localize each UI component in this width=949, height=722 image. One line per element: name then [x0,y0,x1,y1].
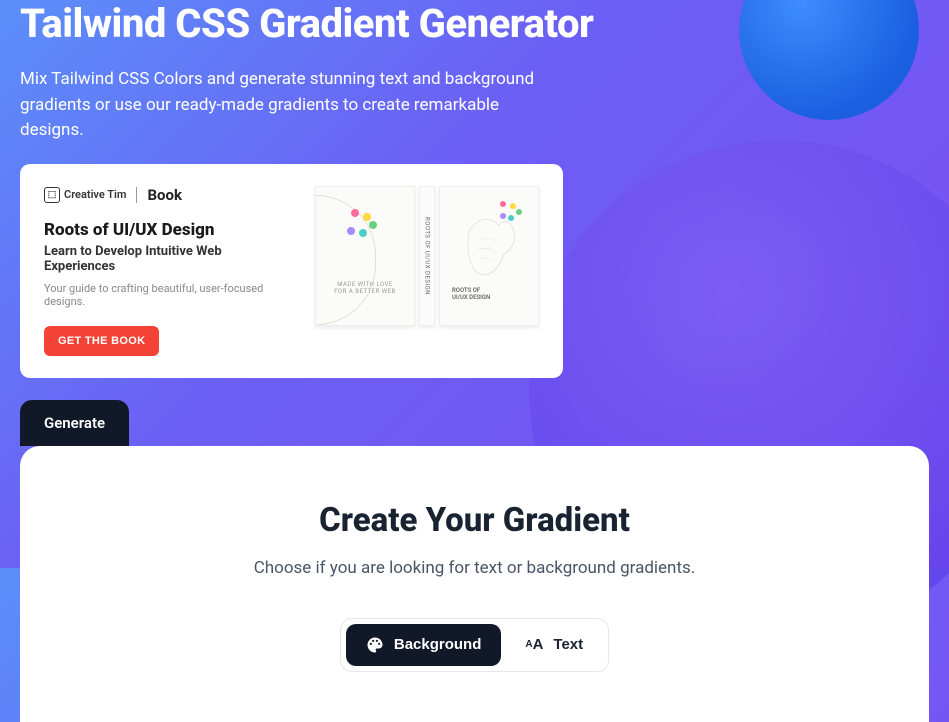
background-toggle-label: Background [394,636,482,653]
book-back-cover: ROOTS OF UI/UX DESIGN [439,186,539,326]
palette-icon [366,636,384,654]
brand-name: Creative Tim [64,188,126,201]
creative-tim-icon: ⬚ [44,187,60,203]
text-size-icon: AA [525,636,543,654]
book-back-text: ROOTS OF UI/UX DESIGN [452,287,490,301]
book-front-text: MADE WITH LOVE FOR A BETTER WEB [316,281,414,295]
book-front-cover: MADE WITH LOVE FOR A BETTER WEB [315,186,415,326]
page-title: Tailwind CSS Gradient Generator [20,0,929,47]
panel-title: Create Your Gradient [60,501,889,540]
divider [136,187,137,203]
get-book-button[interactable]: GET THE BOOK [44,326,159,356]
book-spine-text: ROOTS OF UI/UX DESIGN [424,217,431,295]
promo-label: Book [147,186,182,204]
gradient-type-toggle: Background AA Text [340,618,609,672]
promo-card: ⬚ Creative Tim Book Roots of UI/UX Desig… [20,164,563,378]
promo-description: Your guide to crafting beautiful, user-f… [44,282,285,308]
creative-tim-logo: ⬚ Creative Tim [44,187,126,203]
tab-generate[interactable]: Generate [20,400,129,446]
page-subtitle: Mix Tailwind CSS Colors and generate stu… [20,67,540,144]
background-toggle-button[interactable]: Background [346,624,502,666]
promo-subtitle: Learn to Develop Intuitive Web Experienc… [44,244,285,274]
book-spine: ROOTS OF UI/UX DESIGN [419,186,435,326]
book-mockup: MADE WITH LOVE FOR A BETTER WEB ROOTS OF… [315,186,539,326]
promo-title: Roots of UI/UX Design [44,220,285,240]
text-toggle-button[interactable]: AA Text [505,624,603,666]
text-toggle-label: Text [553,636,583,653]
main-panel: Create Your Gradient Choose if you are l… [20,446,929,722]
